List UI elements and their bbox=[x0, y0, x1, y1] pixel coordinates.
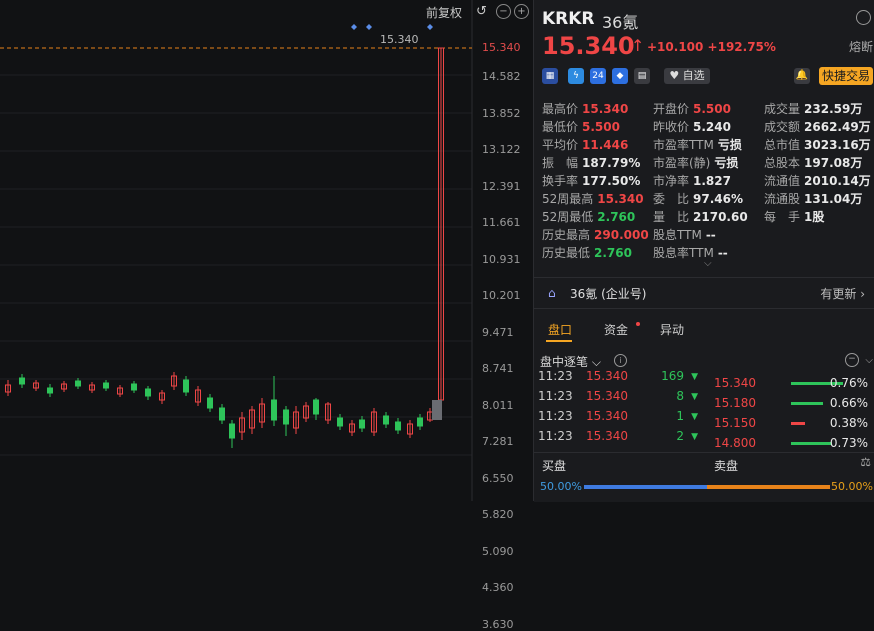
y-tick-label: 8.741 bbox=[482, 362, 514, 375]
sell-bar bbox=[707, 485, 830, 489]
tick-row: 11:23 15.340 169 ▼ bbox=[538, 369, 698, 383]
stat-item: 市净率 1.827 bbox=[653, 174, 731, 188]
depth-row: 15.180 0.66% bbox=[714, 396, 868, 410]
zoom-in-icon[interactable]: + bbox=[514, 4, 529, 19]
bell-icon[interactable]: 🔔 bbox=[794, 68, 810, 84]
stat-item: 委 比 97.46% bbox=[653, 192, 743, 206]
price-change: +10.100 +192.75% bbox=[647, 40, 776, 54]
sell-percent: 50.00% bbox=[831, 480, 873, 493]
buy-label: 买盘 bbox=[542, 459, 567, 473]
tab-bar: 盘口 资金 异动 bbox=[534, 318, 874, 342]
stat-item: 最低价 5.500 bbox=[542, 120, 620, 134]
stat-item: 流通值 2010.14万 bbox=[764, 174, 871, 188]
add-watchlist-button[interactable]: ♥ 自选 bbox=[664, 68, 710, 84]
building-icon: ⌂ bbox=[548, 286, 556, 300]
last-price: 15.340 bbox=[542, 32, 635, 60]
stat-item: 股息TTM -- bbox=[653, 228, 716, 242]
candlestick-chart[interactable]: 前复权 ↺ − + 15.340 15.340 14.582 13.852 13.1… bbox=[0, 0, 538, 631]
info-icon[interactable]: i bbox=[614, 354, 627, 367]
gear-icon[interactable] bbox=[856, 10, 871, 25]
tick-row: 11:23 15.340 2 ▼ bbox=[538, 429, 698, 443]
stat-item: 昨收价 5.240 bbox=[653, 120, 731, 134]
y-tick-label: 10.931 bbox=[482, 252, 521, 266]
zoom-out-icon[interactable]: − bbox=[496, 4, 511, 19]
y-tick-label: 12.391 bbox=[482, 179, 521, 193]
y-tick-label: 13.122 bbox=[482, 143, 521, 156]
price-line-label: 15.340 bbox=[380, 33, 419, 46]
y-tick-label: 3.630 bbox=[482, 617, 514, 631]
stat-item: 开盘价 5.500 bbox=[653, 102, 731, 116]
symbol: KRKR bbox=[542, 9, 595, 29]
us-flag-icon: ▦ bbox=[542, 68, 558, 84]
y-tick-label: 10.201 bbox=[482, 289, 521, 302]
watch-label: 自选 bbox=[682, 69, 705, 82]
y-tick-label: 9.471 bbox=[482, 325, 514, 339]
y-tick-label: 4.360 bbox=[482, 581, 514, 594]
stat-item: 市盈率TTM 亏损 bbox=[653, 138, 742, 152]
tick-row: 11:23 15.340 1 ▼ bbox=[538, 409, 698, 423]
stat-item: 每 手 1股 bbox=[764, 210, 825, 224]
y-tick-label: 7.281 bbox=[482, 435, 514, 448]
sell-label: 卖盘 bbox=[714, 459, 739, 473]
y-tick-label: 5.090 bbox=[482, 544, 514, 558]
y-tick-label: 11.661 bbox=[482, 216, 521, 229]
stat-item: 市盈率(静) 亏损 bbox=[653, 156, 739, 170]
stat-item: 成交额 2662.49万 bbox=[764, 120, 871, 134]
stat-item: 52周最高 15.340 bbox=[542, 192, 644, 206]
company-name: 36氪 bbox=[602, 13, 639, 32]
stat-item: 历史最高 290.000 bbox=[542, 228, 649, 242]
stat-item: 换手率 177.50% bbox=[542, 174, 641, 188]
tick-by-tick-dropdown[interactable]: 盘中逐笔 ⌵ bbox=[540, 353, 601, 370]
y-tick-label: 5.820 bbox=[482, 508, 514, 521]
calendar-icon[interactable]: ▤ bbox=[634, 68, 650, 84]
tab-orderbook[interactable]: 盘口 bbox=[548, 321, 572, 338]
stat-item: 历史最低 2.760 bbox=[542, 246, 632, 260]
corp-name: 36氪 (企业号) bbox=[570, 287, 647, 301]
quote-panel: KRKR 36氪 熔断 15.340 ↑ +10.100 +192.75% ▦ … bbox=[533, 0, 874, 502]
up-arrow-icon: ↑ bbox=[631, 36, 645, 55]
stat-item: 振 幅 187.79% bbox=[542, 156, 641, 170]
stat-item: 成交量 232.59万 bbox=[764, 102, 863, 116]
depth-row: 15.340 0.76% bbox=[714, 376, 868, 390]
tick-row: 11:23 15.340 8 ▼ bbox=[538, 389, 698, 403]
notification-dot bbox=[636, 322, 640, 326]
stat-item: 股息率TTM -- bbox=[653, 246, 728, 260]
buy-percent: 50.00% bbox=[540, 480, 582, 493]
chart-canvas bbox=[0, 0, 473, 501]
y-tick-label: 13.852 bbox=[482, 106, 521, 120]
stat-item: 量 比 2170.60 bbox=[653, 210, 748, 224]
corp-update: 有更新 › bbox=[820, 287, 865, 301]
circuit-breaker-label[interactable]: 熔断 bbox=[849, 38, 873, 55]
tab-underline bbox=[546, 340, 572, 342]
buy-bar bbox=[584, 485, 707, 489]
chevron-down-icon[interactable]: ⌵ bbox=[704, 258, 712, 269]
chevron-down-icon[interactable]: ⌵ bbox=[865, 355, 873, 366]
buy-sell-ratio: 买盘 卖盘 ⚖ 50.00% 50.00% bbox=[534, 452, 874, 502]
stat-item: 总市值 3023.16万 bbox=[764, 138, 871, 152]
y-tick-label: 8.011 bbox=[482, 398, 514, 412]
y-tick-label: 6.550 bbox=[482, 471, 514, 485]
stat-item: 流通股 131.04万 bbox=[764, 192, 863, 206]
stat-item: 最高价 15.340 bbox=[542, 102, 629, 116]
corp-account-row[interactable]: ⌂ 36氪 (企业号) 有更新 › bbox=[534, 277, 874, 309]
lightning-icon[interactable]: ϟ bbox=[568, 68, 584, 84]
depth-row: 15.150 0.38% bbox=[714, 416, 868, 430]
balance-icon[interactable]: ⚖ bbox=[860, 455, 871, 469]
collapse-icon[interactable]: − bbox=[845, 353, 859, 367]
quick-trade-button[interactable]: 快捷交易 bbox=[819, 67, 873, 85]
undo-icon[interactable]: ↺ bbox=[476, 4, 487, 19]
tag-icon[interactable]: ◆ bbox=[612, 68, 628, 84]
current-price-tag: 15.340 bbox=[476, 41, 538, 55]
restore-toggle[interactable]: 前复权 bbox=[426, 4, 462, 21]
tab-movement[interactable]: 异动 bbox=[660, 321, 684, 338]
tab-capital[interactable]: 资金 bbox=[604, 321, 628, 338]
y-tick-label: 14.582 bbox=[482, 70, 521, 83]
badge-24[interactable]: 24 bbox=[590, 68, 606, 84]
stat-item: 52周最低 2.760 bbox=[542, 210, 636, 224]
stat-item: 总股本 197.08万 bbox=[764, 156, 863, 170]
stat-item: 平均价 11.446 bbox=[542, 138, 629, 152]
